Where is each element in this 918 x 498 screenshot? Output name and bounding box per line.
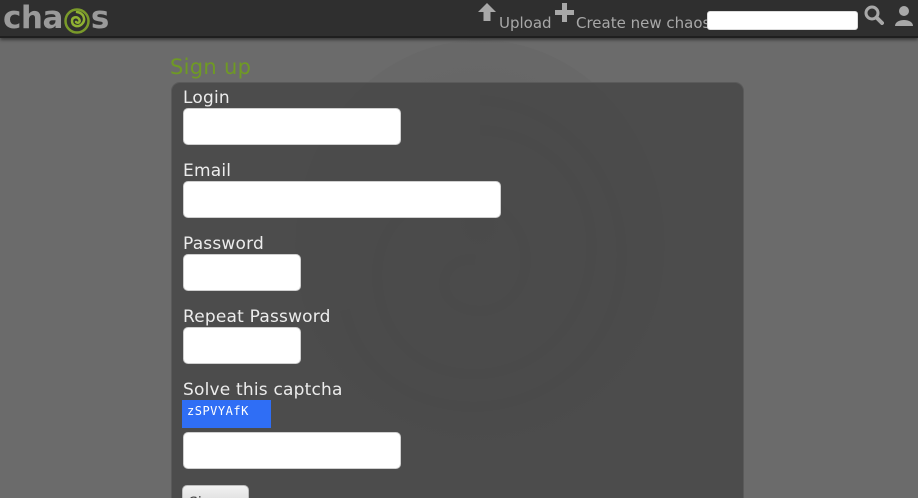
user-icon[interactable] [894,5,914,31]
plus-icon [555,3,574,26]
page: cha s Upload Create new chaos Sign up Lo… [0,0,918,498]
top-navigation-bar: cha s Upload Create new chaos [0,0,918,38]
logo-text-suffix: s [90,0,109,36]
upload-link[interactable]: Upload [477,2,552,32]
email-field[interactable] [183,181,501,218]
password-field[interactable] [183,254,301,291]
search-input[interactable] [707,11,858,30]
captcha-image: zSPVYAfK [182,400,271,428]
login-label: Login [183,88,230,108]
chaos-swirl-logo-icon [64,6,90,34]
repeat-password-label: Repeat Password [183,307,331,327]
repeat-password-field[interactable] [183,327,301,364]
upload-label: Upload [499,14,552,32]
logo-text-prefix: cha [3,0,63,36]
email-label: Email [183,161,232,181]
password-label: Password [183,234,265,254]
sign-up-button[interactable]: Sign up [182,485,249,498]
captcha-answer-field[interactable] [183,432,401,469]
chaos-logo[interactable]: cha s [3,0,109,36]
captcha-label: Solve this captcha [183,380,343,400]
create-new-chaos-label: Create new chaos [576,14,711,32]
search-icon[interactable] [864,5,884,29]
create-new-chaos-link[interactable]: Create new chaos [555,3,711,32]
arrow-up-icon [477,2,497,26]
page-title: Sign up [170,55,252,79]
login-field[interactable] [183,108,401,145]
